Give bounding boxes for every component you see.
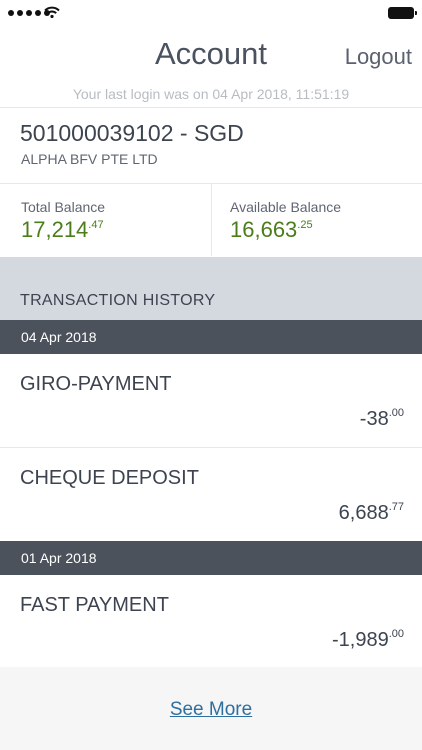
transaction-amount-main: 6,688 [338, 502, 389, 524]
status-bar [0, 0, 422, 26]
transaction-history-title: TRANSACTION HISTORY [20, 292, 216, 309]
transaction-amount: -1,989.00 [332, 628, 404, 652]
transaction-row[interactable]: GIRO-PAYMENT -38.00 [0, 354, 422, 447]
transaction-amount-main: -1,989 [331, 629, 389, 651]
available-balance: Available Balance 16,663.25 [230, 199, 341, 243]
total-balance-cents: .47 [88, 219, 104, 231]
account-holder-name: ALPHA BFV PTE LTD [21, 151, 158, 167]
transaction-amount: 6,688.77 [339, 501, 404, 525]
transaction-row[interactable]: CHEQUE DEPOSIT 6,688.77 [0, 448, 422, 541]
total-balance-main: 17,214 [21, 217, 89, 242]
available-balance-main: 16,663 [230, 217, 298, 242]
transaction-history-header: TRANSACTION HISTORY [0, 257, 422, 320]
app-header: Account Logout [0, 26, 422, 84]
list-footer: See More [0, 667, 422, 750]
available-balance-cents: .25 [297, 219, 313, 231]
wifi-icon [44, 6, 60, 18]
transaction-amount-cents: .77 [388, 501, 404, 513]
date-group-header: 04 Apr 2018 [0, 320, 422, 354]
transaction-name: FAST PAYMENT [20, 594, 169, 616]
transaction-name: GIRO-PAYMENT [20, 373, 172, 395]
account-number: 501000039102 - SGD [20, 120, 244, 146]
last-login-text: Your last login was on 04 Apr 2018, 11:5… [72, 86, 350, 102]
battery-icon [388, 7, 417, 19]
available-balance-label: Available Balance [230, 199, 342, 215]
total-balance-label: Total Balance [21, 199, 106, 215]
transaction-amount-cents: .00 [388, 407, 404, 419]
total-balance: Total Balance 17,214.47 [21, 199, 105, 243]
transaction-row[interactable]: FAST PAYMENT -1,989.00 [0, 575, 422, 668]
transaction-amount-main: -38 [359, 408, 389, 430]
transaction-amount: -38.00 [360, 407, 404, 431]
available-balance-value: 16,663.25 [230, 217, 341, 243]
logout-button[interactable]: Logout [345, 44, 412, 70]
date-group-header: 01 Apr 2018 [0, 541, 422, 575]
divider [0, 107, 422, 108]
transaction-name: CHEQUE DEPOSIT [20, 467, 199, 489]
see-more-link[interactable]: See More [0, 699, 422, 721]
balance-separator [211, 184, 212, 256]
total-balance-value: 17,214.47 [21, 217, 105, 243]
transaction-amount-cents: .00 [388, 628, 404, 640]
